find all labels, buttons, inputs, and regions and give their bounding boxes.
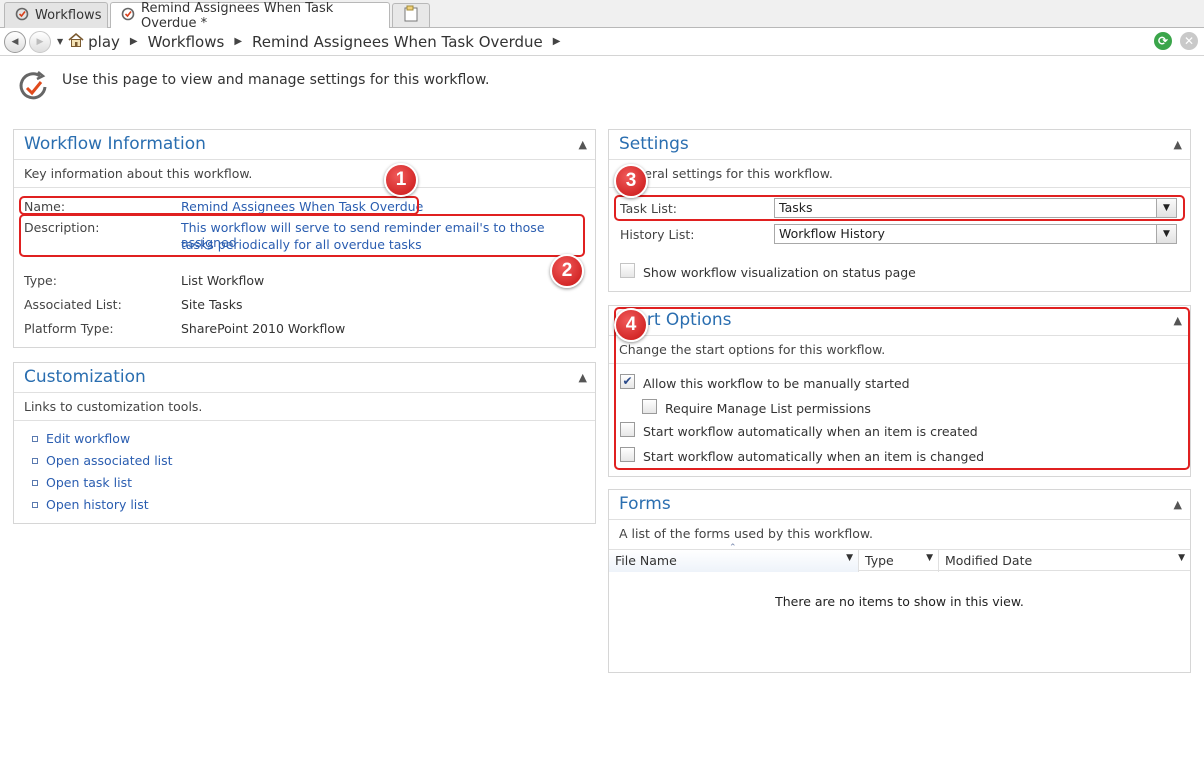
column-type[interactable]: Type ▼: [859, 550, 939, 572]
history-list-select[interactable]: Workflow History ▼: [774, 224, 1177, 244]
type-value: List Workflow: [181, 273, 265, 288]
back-arrow-icon: ◀: [11, 36, 19, 47]
callout-outline-start-options: [614, 307, 1190, 470]
dropdown-arrow-icon[interactable]: ▼: [846, 553, 853, 563]
new-page-icon: [402, 5, 420, 26]
refresh-button[interactable]: ⟳: [1154, 32, 1172, 50]
show-visualization-checkbox[interactable]: [620, 263, 635, 278]
callout-outline-name: [19, 196, 419, 215]
panel-title: Workflow Information: [14, 130, 595, 160]
panel-title: Forms: [609, 490, 1190, 520]
dropdown-arrow-icon[interactable]: ▼: [926, 553, 933, 563]
bullet-icon: [32, 502, 38, 508]
callout-badge-4: 4: [614, 308, 648, 342]
badge-number: 2: [561, 260, 573, 281]
callout-badge-1: 1: [384, 163, 418, 197]
forms-panel: Forms ▲ A list of the forms used by this…: [608, 489, 1191, 673]
bullet-icon: [32, 436, 38, 442]
navigation-bar: ◀ ▶ ▼ play ▶ Workflows ▶ Remind Assignee…: [0, 28, 1204, 56]
show-visualization-label[interactable]: Show workflow visualization on status pa…: [643, 265, 916, 280]
breadcrumb-separator-icon: ▶: [234, 36, 243, 47]
column-label: Modified Date: [945, 553, 1033, 568]
column-file-name[interactable]: File Name ▼: [609, 550, 859, 572]
badge-number: 1: [395, 169, 407, 190]
new-tab-button[interactable]: [392, 3, 430, 27]
breadcrumb-separator-icon: ▶: [129, 36, 138, 47]
callout-outline-description: [19, 214, 585, 257]
collapse-icon[interactable]: ▲: [579, 138, 587, 151]
open-associated-list-link[interactable]: Open associated list: [46, 453, 173, 468]
bullet-icon: [32, 458, 38, 464]
column-label: File Name: [615, 553, 677, 568]
customization-panel: Customization ▲ Links to customization t…: [13, 362, 596, 524]
forward-arrow-icon: ▶: [36, 36, 44, 47]
tab-workflows[interactable]: Workflows: [4, 2, 108, 28]
tab-strip: Workflows Remind Assignees When Task Ove…: [0, 0, 1204, 31]
column-label: Type: [865, 553, 894, 568]
empty-message: There are no items to show in this view.: [775, 594, 1024, 609]
workflow-icon: [15, 7, 29, 25]
breadcrumb-current[interactable]: Remind Assignees When Task Overdue: [252, 33, 543, 51]
history-list-label: History List:: [620, 227, 695, 242]
dropdown-arrow-icon[interactable]: ▼: [1156, 225, 1176, 243]
breadcrumb-separator-icon: ▶: [552, 36, 561, 47]
panel-subtitle: A list of the forms used by this workflo…: [619, 526, 873, 541]
history-list-value: Workflow History: [779, 226, 885, 241]
associated-list-label: Associated List:: [24, 297, 122, 312]
platform-type-value: SharePoint 2010 Workflow: [181, 321, 346, 336]
panel-title: Customization: [14, 363, 595, 393]
forms-table-header: ⌃ File Name ▼ Type ▼ Modified Date ▼: [609, 543, 1190, 572]
stop-button[interactable]: ✕: [1180, 32, 1198, 50]
open-task-list-link[interactable]: Open task list: [46, 475, 132, 490]
column-modified-date[interactable]: Modified Date ▼: [939, 550, 1190, 572]
callout-outline-task-list: [614, 195, 1185, 221]
tab-label: Remind Assignees When Task Overdue *: [141, 1, 334, 31]
page-intro: Use this page to view and manage setting…: [18, 70, 489, 109]
badge-number: 3: [625, 170, 637, 191]
badge-number: 4: [625, 314, 637, 335]
edit-workflow-link[interactable]: Edit workflow: [46, 431, 130, 446]
page-description: Use this page to view and manage setting…: [62, 72, 490, 88]
open-history-list-link[interactable]: Open history list: [46, 497, 149, 512]
collapse-icon[interactable]: ▲: [1174, 498, 1182, 511]
home-icon[interactable]: [67, 32, 85, 51]
callout-badge-2: 2: [550, 254, 584, 288]
history-dropdown-icon[interactable]: ▼: [57, 37, 63, 46]
forward-button[interactable]: ▶: [29, 30, 51, 53]
panel-subtitle: Key information about this workflow.: [14, 160, 595, 188]
workflow-icon: [121, 7, 135, 25]
collapse-icon[interactable]: ▲: [579, 371, 587, 384]
breadcrumb-site[interactable]: play: [88, 33, 120, 51]
tab-label: Workflows: [35, 8, 102, 23]
refresh-icon: ⟳: [1157, 34, 1169, 48]
tab-remind-assignees[interactable]: Remind Assignees When Task Overdue *: [110, 1, 390, 31]
back-button[interactable]: ◀: [4, 30, 26, 53]
close-icon: ✕: [1183, 34, 1195, 48]
bullet-icon: [32, 480, 38, 486]
breadcrumb-workflows[interactable]: Workflows: [148, 33, 225, 51]
callout-badge-3: 3: [614, 164, 648, 198]
panel-subtitle: Links to customization tools.: [14, 393, 595, 421]
panel-title: Settings: [609, 130, 1190, 160]
platform-type-label: Platform Type:: [24, 321, 114, 336]
associated-list-value: Site Tasks: [181, 297, 243, 312]
type-label: Type:: [24, 273, 57, 288]
collapse-icon[interactable]: ▲: [1174, 138, 1182, 151]
workflow-settings-icon: [18, 70, 50, 109]
dropdown-arrow-icon[interactable]: ▼: [1178, 553, 1185, 563]
panel-subtitle: General settings for this workflow.: [609, 160, 1190, 188]
